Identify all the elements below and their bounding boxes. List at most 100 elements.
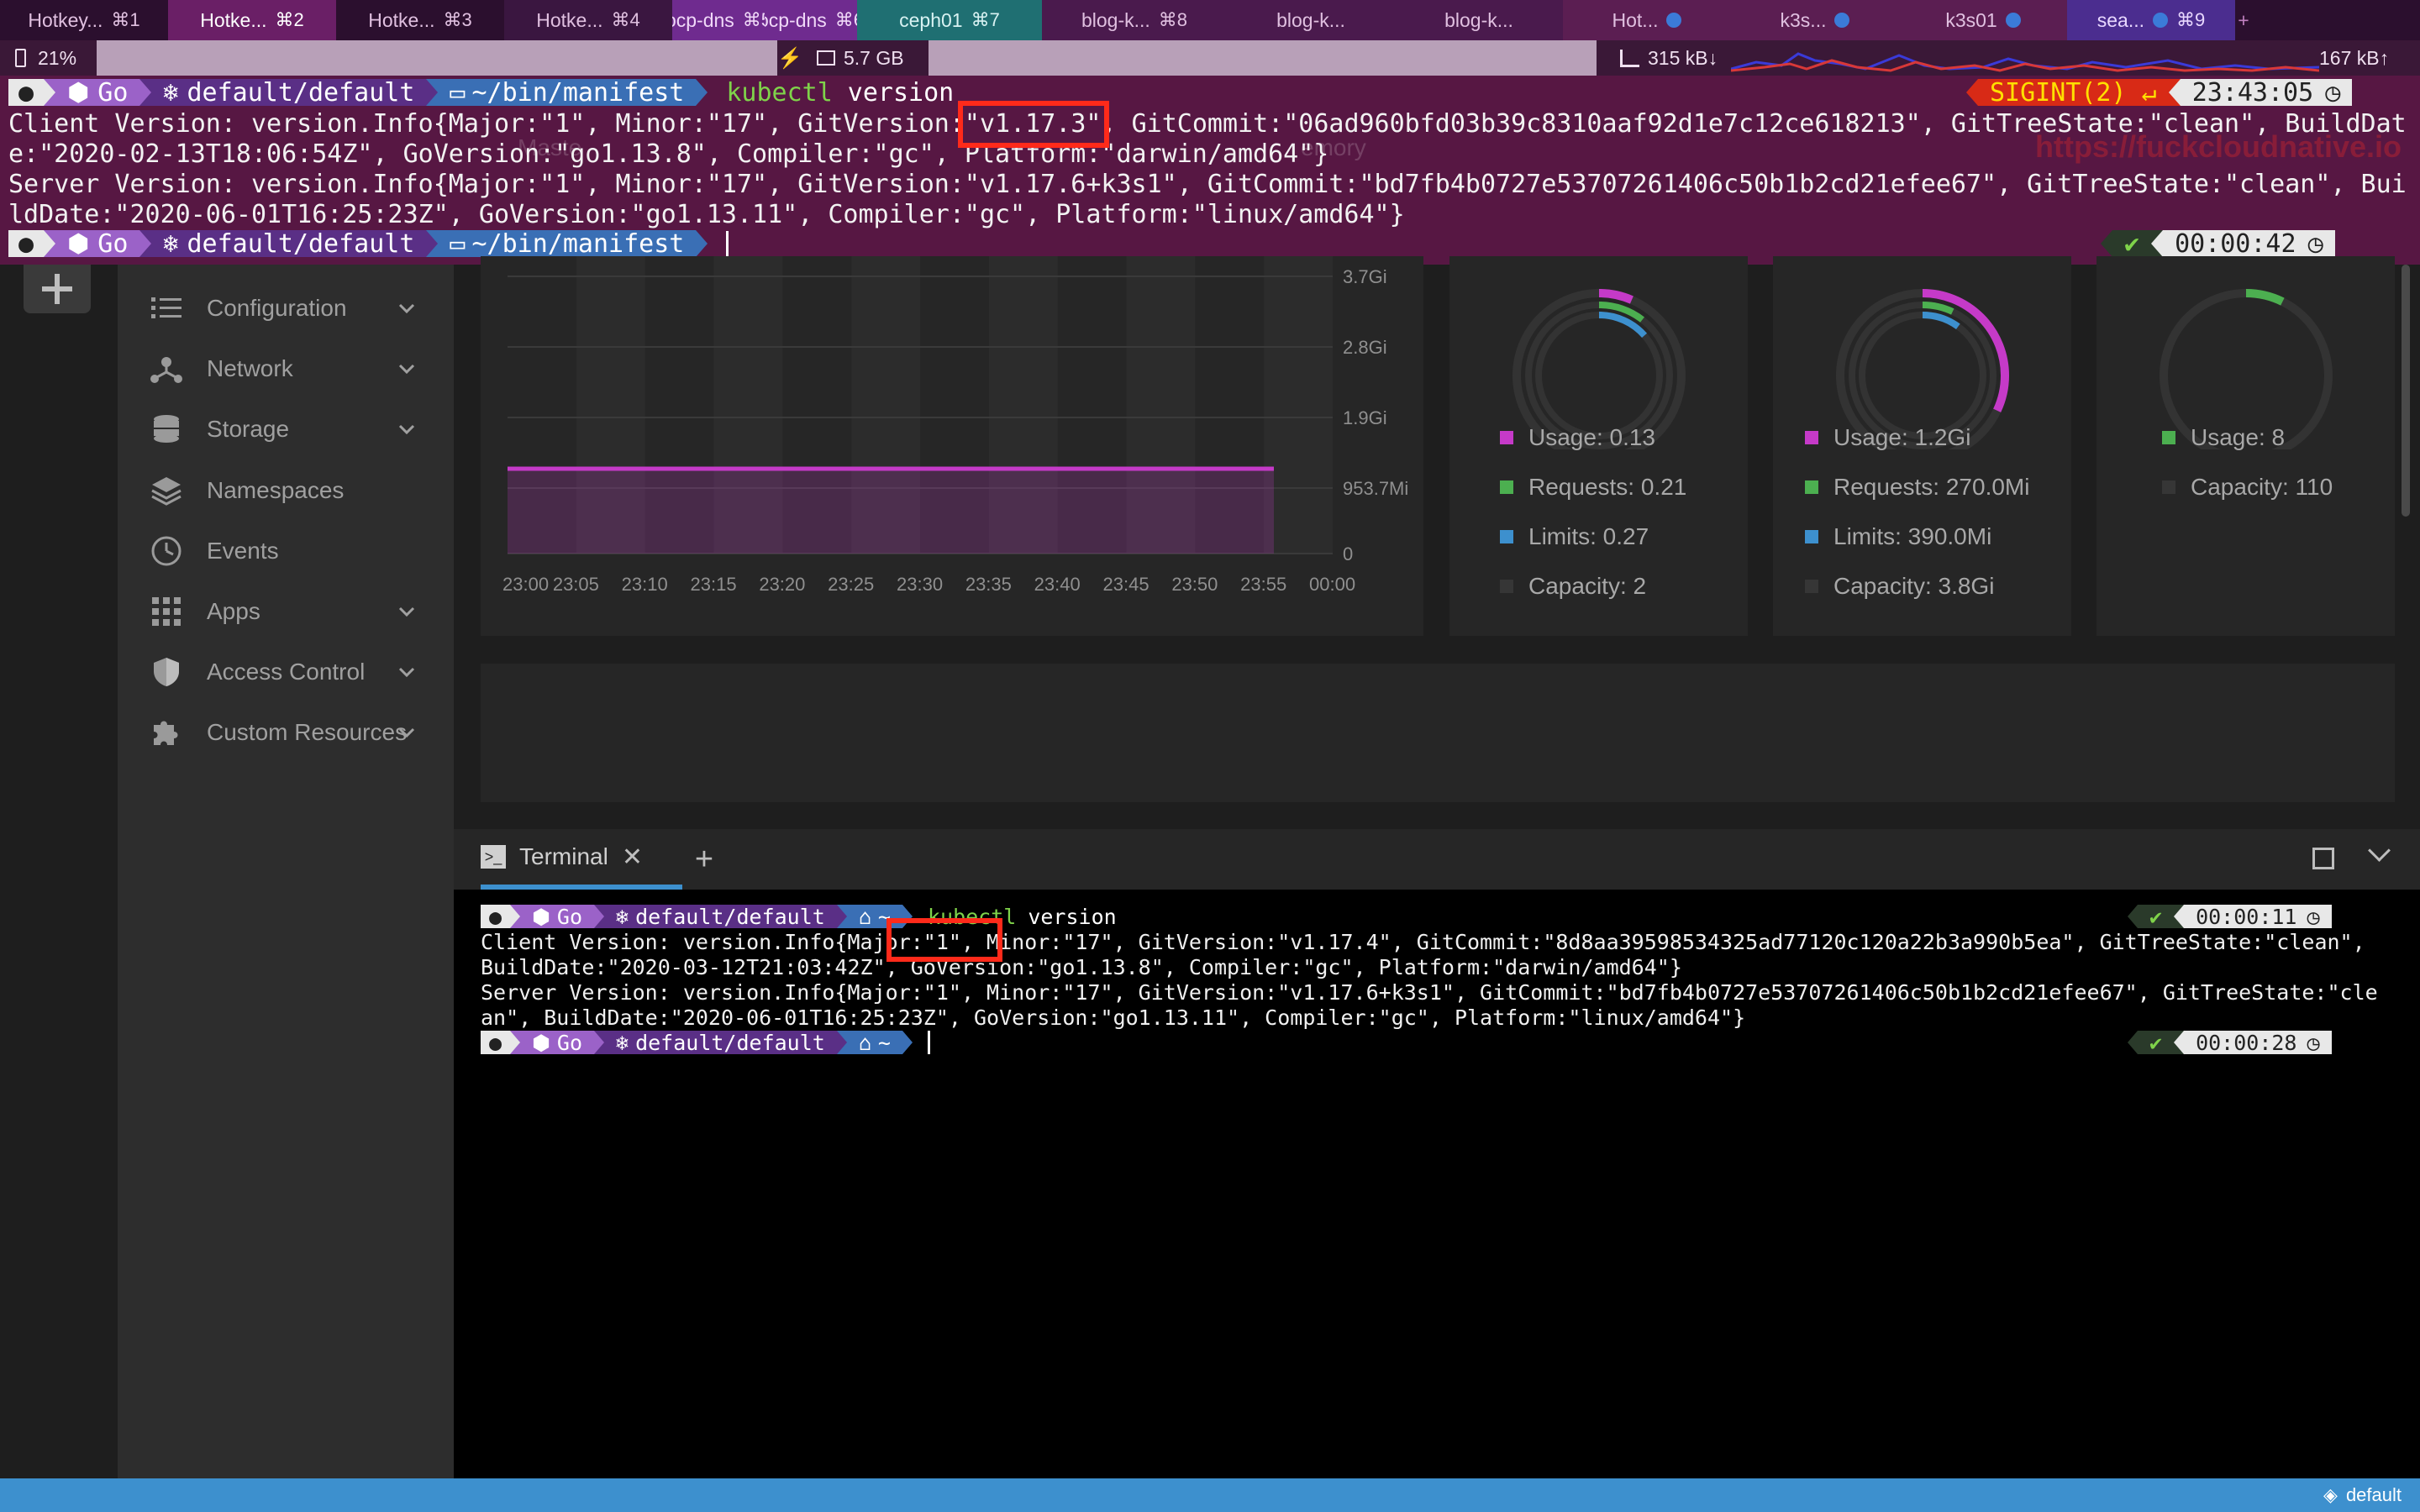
iterm-terminal-overlay[interactable]: Maste emory https://fuckcloudnative.io ●… [0,76,2420,265]
activity-dot-icon [1666,13,1682,28]
prompt-right: ✔ 00:00:42 ◷ [2101,228,2335,259]
legend-limits: Limits: 0.27 [1500,523,1649,550]
tab-6[interactable]: ocp-dns ⌘6 [765,0,857,40]
clock-icon: ◷ [2325,77,2341,108]
memory-usage-area [508,469,1274,554]
status-footer: ◈ default [0,1478,2420,1512]
x-tick-label: 23:50 [1171,574,1218,595]
sidebar-item-apps[interactable]: Apps [134,586,437,637]
network-icon [150,352,183,386]
y-tick-label: 0 [1343,543,1353,564]
output-line: an", BuildDate:"2020-06-01T16:25:23Z", G… [481,1005,1746,1030]
tab-label: sea... [2096,8,2144,31]
go-label: Go [97,77,129,108]
text-cursor[interactable] [927,1031,930,1054]
tab-label: blog-k... [1444,8,1513,31]
output-line: Server Version: version.Info{Major:"1", … [481,980,2378,1005]
tab-3[interactable]: Hotke... ⌘3 [336,0,504,40]
kube-segment: ❄ default/default [604,1031,837,1055]
exec-time: 00:00:11 ◷ [2184,904,2332,929]
tab-11[interactable]: Hot... [1563,0,1731,40]
tab-8[interactable]: blog-k... ⌘8 [1042,0,1227,40]
chevron-down-icon[interactable] [393,295,420,322]
prompt-right: SIGINT(2) ↵ 23:43:05 ◷ [1966,77,2353,108]
folder-icon: ▭ [450,77,466,108]
apps-icon [150,595,183,628]
y-tick-label: 2.8Gi [1343,337,1387,358]
battery-status: 21% [15,40,76,76]
sidebar-item-namespaces[interactable]: Namespaces [134,465,437,516]
sidebar-item-access-control[interactable]: Access Control [134,647,437,697]
tab-terminal[interactable]: >_ Terminal ✕ [481,829,682,890]
x-tick-label: 23:30 [897,574,943,595]
iterm-tab-bar: Hotkey... ⌘1 Hotke... ⌘2 Hotke... ⌘3 Hotke... ⌘… [0,0,2420,40]
tab-12[interactable]: k3s... [1731,0,1899,40]
x-tick-label: 23:45 [1103,574,1150,595]
tab-2[interactable]: Hotke... ⌘2 [168,0,336,40]
tab-13[interactable]: k3s01 [1899,0,2067,40]
pods-card: Usage: 8 Capacity: 110 [2096,256,2395,636]
close-icon[interactable]: ✕ [622,843,643,872]
exec-time: 00:00:42 ◷ [2163,228,2335,259]
scrollbar[interactable] [2402,265,2410,517]
sidebar-item-custom-resources[interactable]: Custom Resources [134,707,437,758]
tab-label: blog-k... [1081,8,1150,31]
tab-7[interactable]: ceph01 ⌘7 [857,0,1042,40]
tab-4[interactable]: Hotke... ⌘4 [504,0,672,40]
apple-icon: ● [481,905,511,929]
add-cluster-button[interactable] [24,265,91,313]
storage-icon [150,412,183,446]
kube-icon: ❄ [616,904,629,929]
go-label: Go [556,1030,582,1055]
chevron-down-icon[interactable] [2368,839,2391,862]
dock-header: >_ Terminal ✕ + [454,829,2420,890]
apple-icon: ● [8,78,45,108]
tab-14[interactable]: sea... ⌘9 [2067,0,2235,40]
pods-donut [2160,289,2333,449]
tab-15[interactable]: + [2235,0,2252,40]
sidebar-item-events[interactable]: Events [134,526,437,576]
chevron-down-icon[interactable] [393,659,420,685]
x-tick-label: 23:00 [502,574,549,595]
chevron-down-icon[interactable] [393,416,420,443]
fullscreen-icon[interactable] [2312,848,2334,869]
tab-label: k3s01 [1945,8,1997,31]
command-arg: version [1028,904,1117,929]
clock-icon: ◷ [2307,228,2323,259]
iterm-status-bar: 21% ⚡ 5.7 GB 315 kB↓ 167 kB↑ [0,40,2420,76]
clock-icon: ◷ [2307,904,2320,929]
tab-10[interactable]: blog-k... [1395,0,1563,40]
tab-1[interactable]: Hotkey... ⌘1 [0,0,168,40]
dir-segment: ▭ ~/bin/manifest [438,229,697,259]
namespace-indicator[interactable]: ◈ default [2323,1478,2402,1512]
new-tab-button[interactable]: + [682,829,726,890]
go-label: Go [556,904,582,929]
chevron-down-icon[interactable] [393,598,420,625]
go-segment: ⬢ Go [520,1030,594,1055]
sidebar-item-network[interactable]: Network [134,344,437,394]
sidebar-item-storage[interactable]: Storage [134,404,437,454]
tab-9[interactable]: blog-k... [1227,0,1395,40]
kube-segment: ❄ default/default [151,229,427,259]
cpu-donut [1512,289,1686,449]
puzzle-icon [150,716,183,749]
time-value: 23:43:05 [2191,77,2314,108]
tab-5[interactable]: ocp-dns ⌘5 [672,0,765,40]
tab-label: + [2238,8,2249,31]
text-cursor[interactable] [726,231,729,256]
dock-terminal[interactable]: >_ Terminal ✕ + ● ⬢ Go ❄ default/default ⌂… [454,829,2420,1478]
tab-shortcut: ⌘9 [2176,9,2206,30]
kube-segment: ❄ default/default [604,904,837,929]
tab-shortcut: ⌘4 [611,9,640,30]
check-icon: ✔ [2138,905,2175,929]
chevron-down-icon[interactable] [393,719,420,746]
network-up: 167 kB↑ [2319,46,2390,69]
legend-capacity: Capacity: 3.8Gi [1805,573,1994,600]
plus-icon [42,274,72,304]
activity-dot-icon [1834,13,1850,28]
memory-card: Usage: 1.2Gi Requests: 270.0Mi Limits: 3… [1773,256,2071,636]
battery-percent: 21% [38,46,77,69]
layers-icon [150,474,183,507]
sidebar-item-configuration[interactable]: Configuration [134,283,437,333]
chevron-down-icon[interactable] [393,355,420,382]
